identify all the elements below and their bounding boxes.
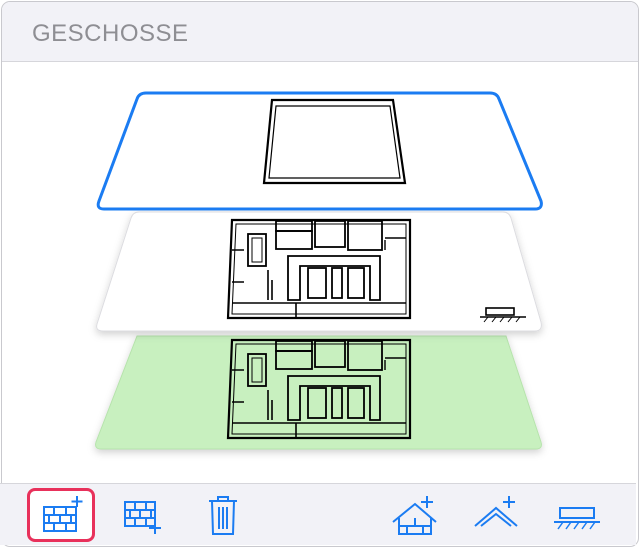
add-storey-above-button[interactable]	[27, 488, 95, 542]
add-roof-icon	[474, 496, 518, 527]
delete-storey-button[interactable]	[205, 494, 241, 540]
add-storey-below-button[interactable]	[120, 494, 170, 540]
floor-middle[interactable]	[96, 211, 542, 332]
add-roof-storey-icon	[392, 496, 437, 535]
toolbar	[0, 483, 636, 545]
add-roof-button[interactable]	[472, 494, 522, 540]
add-roof-storey-button[interactable]	[390, 494, 440, 540]
floor-stack	[95, 91, 543, 450]
add-storey-above-icon	[43, 496, 83, 532]
floor-top[interactable]	[96, 91, 543, 211]
add-storey-below-icon	[124, 501, 161, 534]
floor-bottom[interactable]	[95, 335, 542, 450]
foundation-icon	[554, 507, 600, 530]
add-foundation-button[interactable]	[552, 498, 602, 534]
trash-icon	[209, 496, 237, 535]
